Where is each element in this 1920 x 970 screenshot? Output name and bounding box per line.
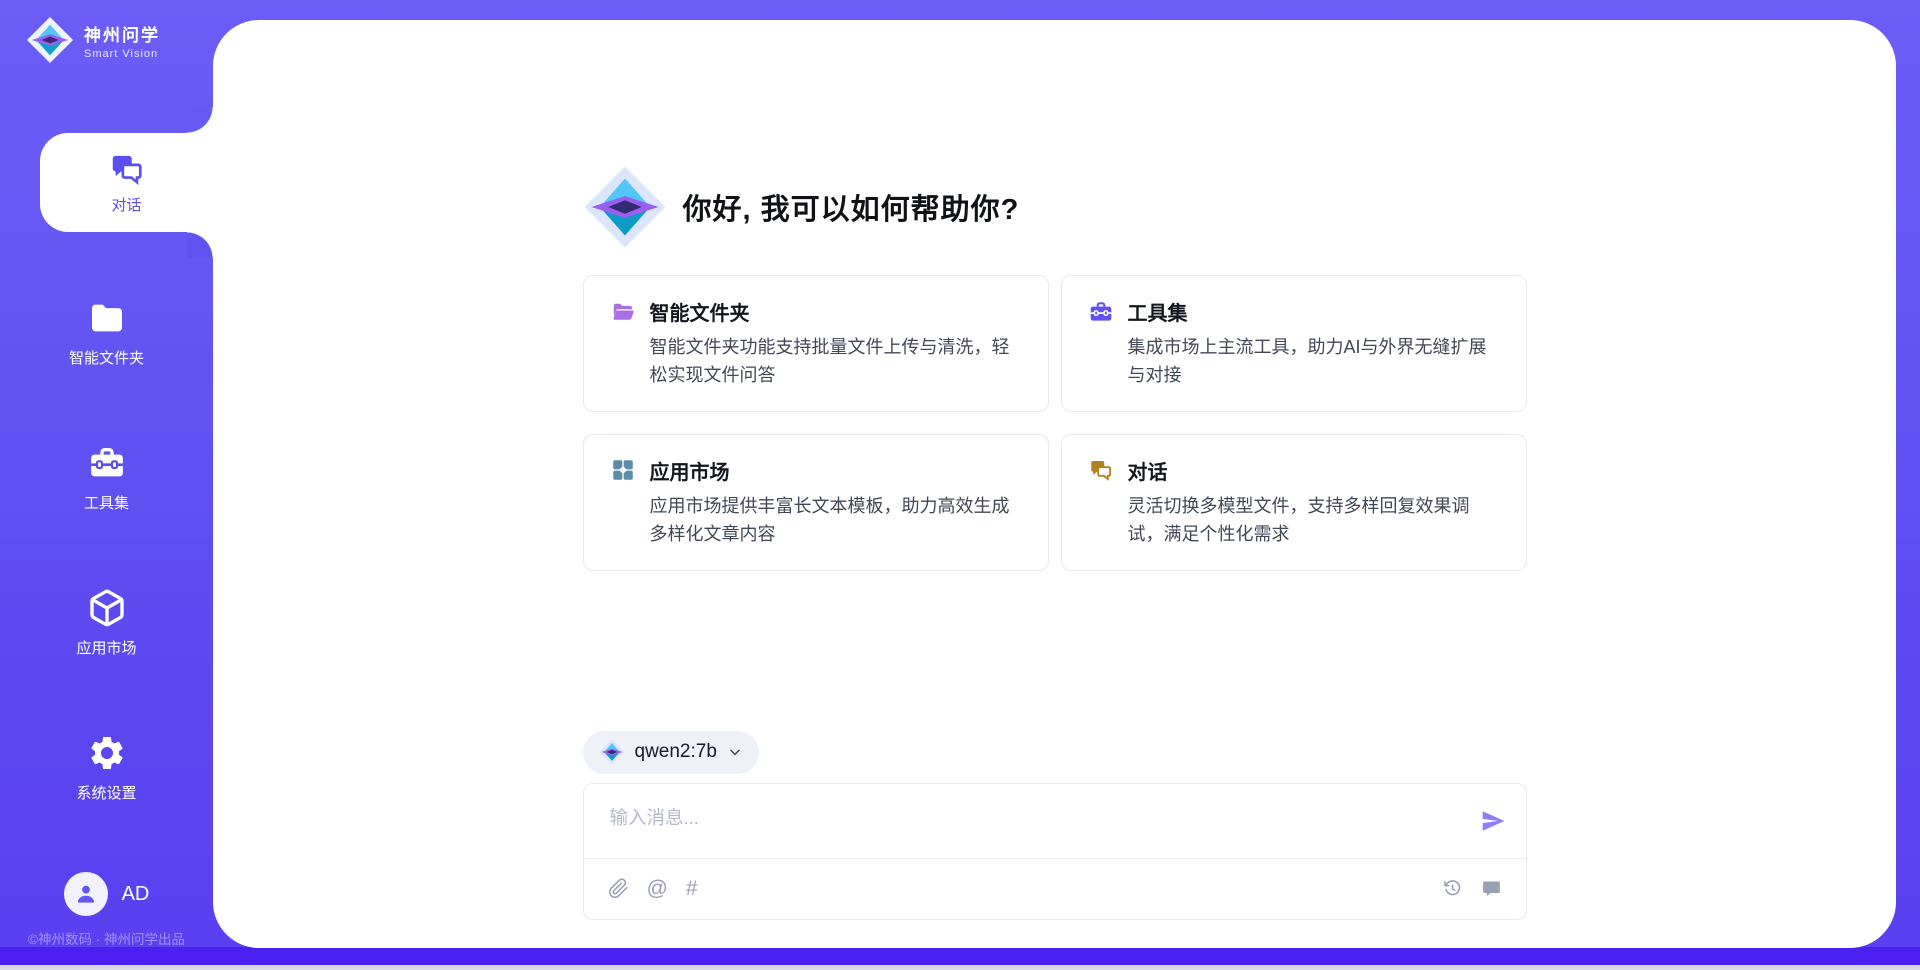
card-description: 灵活切换多模型文件，支持多样回复效果调试，满足个性化需求 bbox=[1128, 493, 1500, 549]
sidebar-item-chat[interactable]: 对话 bbox=[40, 133, 213, 232]
active-tab-fillet-bottom bbox=[187, 232, 213, 258]
sidebar-item-label: 工具集 bbox=[84, 492, 129, 513]
toolbox-icon bbox=[1088, 299, 1114, 325]
bottom-accent-strip bbox=[0, 947, 1920, 965]
main-content: 你好, 我可以如何帮助你? 智能文件夹 智能文件夹功能支持批量文件上传与清洗，轻… bbox=[583, 20, 1527, 920]
cube-icon bbox=[87, 588, 127, 628]
model-name: qwen2:7b bbox=[635, 741, 717, 763]
message-icon bbox=[1481, 878, 1502, 899]
hash-icon: # bbox=[686, 878, 698, 899]
brand: 神州问学 Smart Vision bbox=[26, 16, 160, 64]
brand-diamond-logo-icon bbox=[26, 16, 74, 64]
composer-toolbar: @ # bbox=[584, 858, 1526, 919]
greeting: 你好, 我可以如何帮助你? bbox=[583, 165, 1527, 249]
greeting-title: 你好, 我可以如何帮助你? bbox=[683, 186, 1020, 228]
sidebar-item-label: 智能文件夹 bbox=[69, 347, 144, 368]
main-panel: 你好, 我可以如何帮助你? 智能文件夹 智能文件夹功能支持批量文件上传与清洗，轻… bbox=[213, 20, 1896, 948]
greeting-diamond-logo-icon bbox=[583, 165, 667, 249]
folder-icon bbox=[87, 298, 127, 338]
message-input[interactable] bbox=[584, 784, 1460, 858]
gear-icon bbox=[87, 733, 127, 773]
card-title: 工具集 bbox=[1128, 297, 1188, 326]
sidebar-item-app-market[interactable]: 应用市场 bbox=[0, 588, 213, 658]
card-title: 应用市场 bbox=[650, 456, 730, 485]
sidebar: 神州问学 Smart Vision 对话 智能文件夹 bbox=[0, 0, 213, 970]
hash-button[interactable]: # bbox=[686, 878, 698, 899]
send-button[interactable] bbox=[1460, 784, 1526, 858]
chat-icon bbox=[1088, 457, 1114, 483]
brand-subtitle: Smart Vision bbox=[84, 48, 160, 60]
sidebar-item-label: 应用市场 bbox=[76, 637, 136, 658]
user-avatar-icon bbox=[73, 881, 99, 907]
send-icon bbox=[1480, 808, 1506, 834]
card-toolset[interactable]: 工具集 集成市场上主流工具，助力AI与外界无缝扩展与对接 bbox=[1061, 275, 1527, 412]
chat-icon bbox=[108, 150, 146, 188]
active-tab-fillet-top bbox=[187, 107, 213, 133]
sidebar-item-label: 对话 bbox=[111, 194, 141, 215]
user-profile[interactable]: AD bbox=[0, 872, 213, 916]
card-description: 智能文件夹功能支持批量文件上传与清洗，轻松实现文件问答 bbox=[650, 334, 1022, 390]
sidebar-footer: ©神州数码 · 神州问学出品 bbox=[0, 928, 213, 948]
brand-name: 神州问学 bbox=[84, 21, 160, 46]
avatar bbox=[64, 872, 108, 916]
card-description: 应用市场提供丰富长文本模板，助力高效生成多样化文章内容 bbox=[650, 493, 1022, 549]
model-selector-row: qwen2:7b bbox=[583, 731, 1527, 774]
sidebar-item-toolset[interactable]: 工具集 bbox=[0, 443, 213, 513]
history-icon bbox=[1442, 878, 1463, 899]
message-button[interactable] bbox=[1481, 878, 1502, 899]
sidebar-item-label: 系统设置 bbox=[76, 782, 136, 803]
window-bottom-edge bbox=[0, 965, 1920, 970]
card-description: 集成市场上主流工具，助力AI与外界无缝扩展与对接 bbox=[1128, 334, 1500, 390]
attachment-icon bbox=[608, 878, 629, 899]
history-button[interactable] bbox=[1442, 878, 1463, 899]
sidebar-item-smart-folder[interactable]: 智能文件夹 bbox=[0, 298, 213, 368]
card-chat[interactable]: 对话 灵活切换多模型文件，支持多样回复效果调试，满足个性化需求 bbox=[1061, 434, 1527, 571]
sidebar-item-settings[interactable]: 系统设置 bbox=[0, 733, 213, 803]
card-app-market[interactable]: 应用市场 应用市场提供丰富长文本模板，助力高效生成多样化文章内容 bbox=[583, 434, 1049, 571]
apps-grid-icon bbox=[610, 457, 636, 483]
message-composer: @ # bbox=[583, 783, 1527, 920]
card-smart-folder[interactable]: 智能文件夹 智能文件夹功能支持批量文件上传与清洗，轻松实现文件问答 bbox=[583, 275, 1049, 412]
model-selector[interactable]: qwen2:7b bbox=[583, 731, 759, 774]
feature-cards: 智能文件夹 智能文件夹功能支持批量文件上传与清洗，轻松实现文件问答 工具 bbox=[583, 275, 1527, 571]
card-title: 对话 bbox=[1128, 456, 1168, 485]
folder-open-icon bbox=[610, 299, 636, 325]
card-title: 智能文件夹 bbox=[650, 297, 750, 326]
model-diamond-logo-icon bbox=[599, 739, 625, 765]
chevron-down-icon bbox=[727, 744, 743, 760]
toolbox-icon bbox=[87, 443, 127, 483]
attachment-button[interactable] bbox=[608, 878, 629, 899]
mention-button[interactable]: @ bbox=[647, 878, 668, 899]
app-window: 神州问学 Smart Vision 对话 智能文件夹 bbox=[0, 0, 1920, 970]
user-name: AD bbox=[122, 883, 150, 906]
mention-icon: @ bbox=[647, 878, 668, 899]
